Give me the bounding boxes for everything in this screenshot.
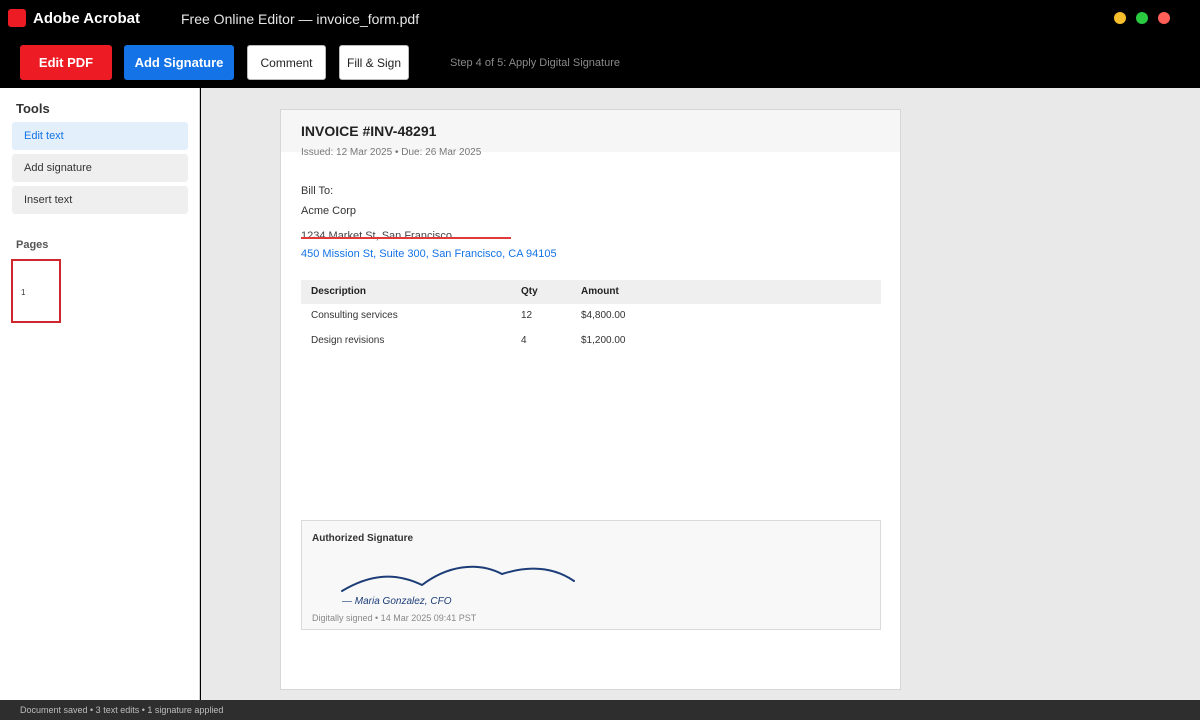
header-qty: Qty [521, 286, 538, 297]
document-page: INVOICE #INV-48291 Issued: 12 Mar 2025 •… [280, 109, 901, 690]
invoice-title[interactable]: INVOICE #INV-48291 [301, 123, 436, 139]
cell-description[interactable]: Consulting services [311, 304, 398, 328]
tools-heading: Tools [16, 101, 50, 116]
table-header-row: Description Qty Amount [301, 280, 881, 304]
page-thumbnail[interactable]: 1 [11, 259, 61, 323]
title-bar: Adobe Acrobat Free Online Editor — invoi… [0, 0, 1200, 37]
old-address-struck[interactable]: 1234 Market St, San Francisco [301, 230, 452, 242]
bill-to-company[interactable]: Acme Corp [301, 205, 356, 217]
cell-description[interactable]: Design revisions [311, 329, 384, 353]
invoice-dates[interactable]: Issued: 12 Mar 2025 • Due: 26 Mar 2025 [301, 147, 481, 158]
acrobat-logo-icon [8, 9, 26, 27]
new-address-edited[interactable]: 450 Mission St, Suite 300, San Francisco… [301, 248, 557, 260]
cell-amount[interactable]: $4,800.00 [581, 304, 626, 328]
comment-button[interactable]: Comment [247, 45, 326, 80]
sidebar: Tools Edit text Add signature Insert tex… [0, 88, 200, 700]
add-signature-button[interactable]: Add Signature [124, 45, 234, 80]
document-canvas: INVOICE #INV-48291 Issued: 12 Mar 2025 •… [201, 88, 1200, 700]
tool-add-signature[interactable]: Add signature [12, 154, 188, 182]
table-row: Design revisions 4 $1,200.00 [301, 329, 881, 354]
window-title: Free Online Editor — invoice_form.pdf [181, 11, 420, 27]
maximize-dot-icon[interactable] [1136, 12, 1148, 24]
tool-insert-text[interactable]: Insert text [12, 186, 188, 214]
strikethrough-mark [301, 237, 511, 239]
edit-pdf-button[interactable]: Edit PDF [20, 45, 112, 80]
minimize-dot-icon[interactable] [1114, 12, 1126, 24]
signature-meta: Digitally signed • 14 Mar 2025 09:41 PST [312, 613, 477, 623]
cell-amount[interactable]: $1,200.00 [581, 329, 626, 353]
toolbar: Edit PDF Add Signature Comment Fill & Si… [0, 37, 1200, 88]
table-row: Consulting services 12 $4,800.00 [301, 304, 881, 329]
header-description: Description [311, 286, 367, 297]
pages-heading: Pages [16, 239, 49, 251]
page-thumbnail-number: 1 [21, 288, 26, 297]
line-items-table: Description Qty Amount Consulting servic… [301, 280, 881, 354]
invoice-header: INVOICE #INV-48291 [281, 110, 900, 152]
close-dot-icon[interactable] [1158, 12, 1170, 24]
bill-to-label: Bill To: [301, 185, 334, 197]
cell-qty[interactable]: 12 [521, 304, 532, 328]
app-name: Adobe Acrobat [33, 10, 140, 27]
signer-name: — Maria Gonzalez, CFO [342, 596, 452, 607]
step-indicator: Step 4 of 5: Apply Digital Signature [450, 57, 620, 69]
cell-qty[interactable]: 4 [521, 329, 527, 353]
tool-edit-text[interactable]: Edit text [12, 122, 188, 150]
header-amount: Amount [581, 286, 619, 297]
status-bar: Document saved • 3 text edits • 1 signat… [0, 700, 1200, 720]
fill-sign-button[interactable]: Fill & Sign [339, 45, 409, 80]
status-text: Document saved • 3 text edits • 1 signat… [20, 705, 224, 715]
signature-box[interactable]: Authorized Signature — Maria Gonzalez, C… [301, 520, 881, 630]
